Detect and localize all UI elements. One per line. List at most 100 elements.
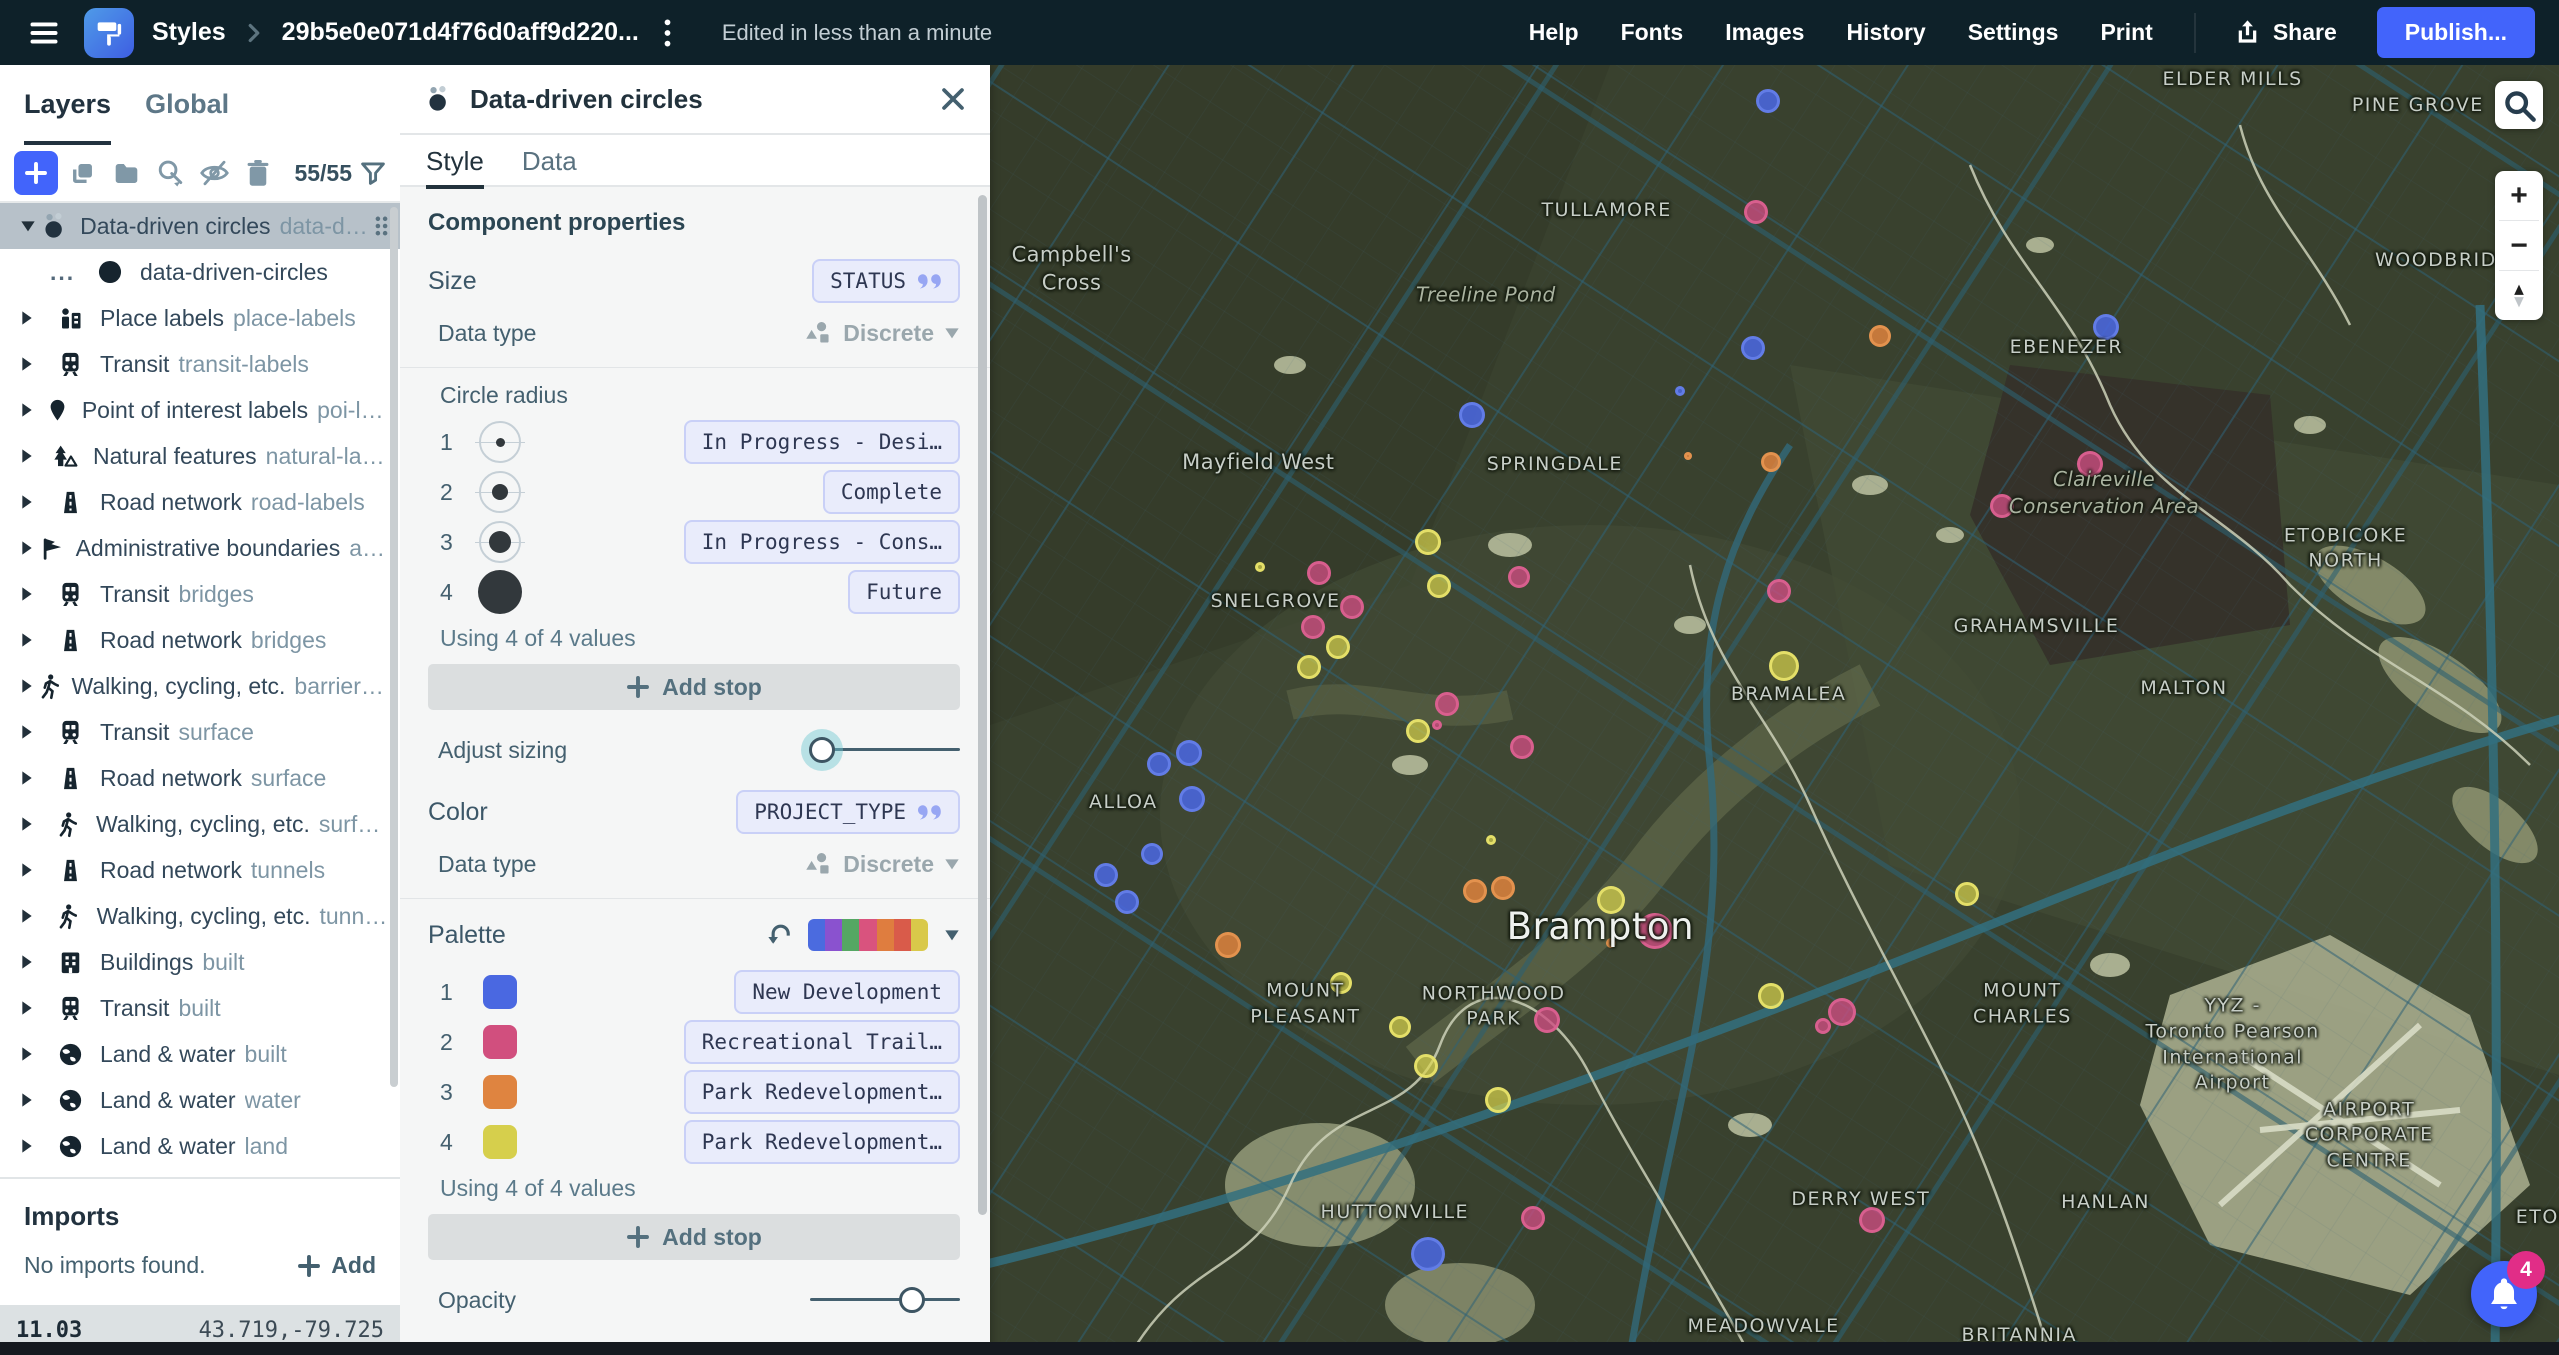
data-circle-yellow[interactable] — [1427, 574, 1451, 598]
expand-icon[interactable] — [20, 1000, 50, 1016]
delete-layer-icon[interactable] — [238, 153, 278, 193]
data-circle-pink[interactable] — [1307, 561, 1331, 585]
data-circle-blue[interactable] — [1147, 752, 1171, 776]
data-circle-blue[interactable] — [1741, 336, 1765, 360]
palette-add-stop-button[interactable]: Add stop — [428, 1214, 960, 1260]
data-circle-yellow[interactable] — [1414, 1054, 1438, 1078]
nav-images[interactable]: Images — [1704, 9, 1825, 56]
data-circle-pink[interactable] — [1508, 566, 1530, 588]
layer-options-ellipsis[interactable]: ... — [50, 259, 90, 286]
panel-scrollbar[interactable] — [978, 195, 987, 1215]
hide-layer-icon[interactable] — [194, 153, 234, 193]
layer-row-transit[interactable]: Transittransit-labels — [0, 341, 400, 387]
tab-global[interactable]: Global — [145, 89, 229, 145]
layer-row-road-network[interactable]: Road networkroad-labels — [0, 479, 400, 525]
select-on-map-icon[interactable] — [150, 153, 190, 193]
data-circle-pink[interactable] — [1637, 913, 1673, 949]
stop-value-chip[interactable]: New Development — [734, 970, 960, 1014]
menu-icon[interactable] — [22, 11, 66, 55]
layer-row-buildings[interactable]: Buildingsbuilt — [0, 939, 400, 985]
expand-icon[interactable] — [20, 862, 50, 878]
breadcrumb-section[interactable]: Styles — [152, 18, 226, 47]
expand-icon[interactable] — [20, 908, 49, 924]
data-circle-blue[interactable] — [1179, 786, 1205, 812]
data-circle-yellow[interactable] — [1255, 562, 1265, 572]
publish-button[interactable]: Publish... — [2377, 7, 2535, 58]
stop-value-chip[interactable]: Complete — [823, 470, 960, 514]
data-circle-orange[interactable] — [1606, 938, 1616, 948]
data-circle-orange[interactable] — [1491, 876, 1515, 900]
radius-preview[interactable] — [474, 421, 526, 463]
data-circle-yellow[interactable] — [1297, 655, 1321, 679]
data-circle-pink[interactable] — [1510, 735, 1534, 759]
data-circle-yellow[interactable] — [1485, 1087, 1511, 1113]
layer-row-place-labels[interactable]: Place labelsplace-labels — [0, 295, 400, 341]
slider-handle[interactable] — [809, 737, 835, 763]
tab-layers[interactable]: Layers — [24, 89, 111, 145]
radius-preview[interactable] — [474, 471, 526, 513]
map-search-button[interactable] — [2495, 81, 2543, 129]
expand-icon[interactable] — [20, 356, 50, 372]
drag-handle-icon[interactable] — [373, 214, 390, 238]
data-circle-pink[interactable] — [1990, 494, 2014, 518]
nav-settings[interactable]: Settings — [1947, 9, 2080, 56]
data-circle-yellow[interactable] — [1955, 882, 1979, 906]
data-circle-pink[interactable] — [1744, 200, 1768, 224]
group-layers-icon[interactable] — [106, 153, 146, 193]
add-layer-button[interactable] — [14, 151, 58, 195]
layer-row-land-water[interactable]: Land & waterland — [0, 1123, 400, 1169]
expand-icon[interactable] — [20, 678, 38, 694]
data-circle-yellow[interactable] — [1597, 886, 1625, 914]
layer-row-road-network[interactable]: Road networktunnels — [0, 847, 400, 893]
expand-icon[interactable] — [20, 632, 50, 648]
layer-row-administrative-boundaries[interactable]: Administrative boundariesadmin — [0, 525, 400, 571]
data-circle-blue[interactable] — [1411, 1237, 1445, 1271]
style-options-kebab-icon[interactable] — [657, 18, 678, 48]
nav-history[interactable]: History — [1825, 9, 1946, 56]
expand-icon[interactable] — [20, 1138, 50, 1154]
layer-row-road-network[interactable]: Road networksurface — [0, 755, 400, 801]
data-circle-pink[interactable] — [1301, 615, 1325, 639]
layer-row-data-driven-circles[interactable]: Data-driven circlesdata-driven-ci — [0, 203, 400, 249]
data-circle-yellow[interactable] — [1389, 1016, 1411, 1038]
expand-icon[interactable] — [20, 586, 50, 602]
breadcrumb-style-id[interactable]: 29b5e0e071d4f76d0aff9d220... — [282, 18, 639, 47]
data-circle-pink[interactable] — [1432, 720, 1442, 730]
data-circle-pink[interactable] — [2077, 451, 2103, 477]
expand-icon[interactable] — [20, 1092, 50, 1108]
layer-row-walking-cycling-etc-[interactable]: Walking, cycling, etc.tunnels — [0, 893, 400, 939]
data-circle-orange[interactable] — [1463, 879, 1487, 903]
stop-value-chip[interactable]: In Progress - Cons… — [684, 520, 960, 564]
data-circle-yellow[interactable] — [1326, 635, 1350, 659]
color-datatype-select[interactable]: Discrete — [805, 851, 960, 878]
nav-fonts[interactable]: Fonts — [1600, 9, 1705, 56]
stop-value-chip[interactable]: Park Redevelopment… — [684, 1070, 960, 1114]
expand-icon[interactable] — [20, 540, 40, 556]
layer-row-point-of-interest-labels[interactable]: Point of interest labelspoi-labels — [0, 387, 400, 433]
data-circle-pink[interactable] — [1340, 595, 1364, 619]
data-circle-pink[interactable] — [1534, 1007, 1560, 1033]
data-circle-pink[interactable] — [1859, 1207, 1885, 1233]
adjust-sizing-slider[interactable] — [810, 733, 960, 767]
reset-palette-icon[interactable] — [766, 922, 792, 948]
data-circle-yellow[interactable] — [1758, 983, 1784, 1009]
slider-handle[interactable] — [899, 1287, 925, 1313]
data-circle-pink[interactable] — [1521, 1206, 1545, 1230]
radius-preview[interactable] — [474, 521, 526, 563]
share-button[interactable]: Share — [2216, 9, 2355, 56]
radius-preview[interactable] — [474, 570, 526, 614]
expand-icon[interactable] — [20, 770, 50, 786]
color-swatch[interactable] — [483, 1025, 517, 1059]
duplicate-layer-icon[interactable] — [62, 153, 102, 193]
radius-add-stop-button[interactable]: Add stop — [428, 664, 960, 710]
nav-help[interactable]: Help — [1508, 9, 1600, 56]
layer-row-land-water[interactable]: Land & waterwater — [0, 1077, 400, 1123]
collapse-icon[interactable] — [20, 219, 40, 233]
layer-row-transit[interactable]: Transitbuilt — [0, 985, 400, 1031]
data-circle-orange[interactable] — [1215, 932, 1241, 958]
data-circle-yellow[interactable] — [1769, 651, 1799, 681]
nav-print[interactable]: Print — [2079, 9, 2173, 56]
color-field-chip[interactable]: PROJECT_TYPE — [736, 790, 960, 834]
data-circle-yellow[interactable] — [1406, 719, 1430, 743]
stop-value-chip[interactable]: Park Redevelopment… — [684, 1120, 960, 1164]
